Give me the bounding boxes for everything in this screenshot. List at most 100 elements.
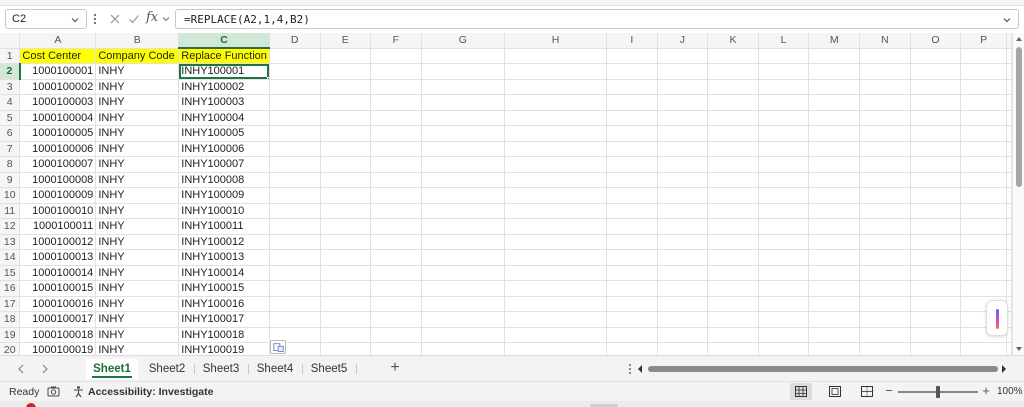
empty-cell[interactable] — [859, 203, 911, 219]
empty-cell[interactable] — [910, 125, 962, 142]
empty-cell[interactable] — [504, 218, 608, 235]
cell-c14[interactable]: INHY100013 — [178, 249, 270, 266]
empty-cell[interactable] — [758, 48, 810, 64]
empty-cell[interactable] — [504, 125, 608, 142]
empty-cell[interactable] — [421, 234, 505, 250]
empty-cell[interactable] — [707, 172, 759, 188]
empty-cell[interactable] — [960, 172, 1007, 188]
empty-cell[interactable] — [1006, 218, 1012, 235]
cell-a15[interactable]: 1000100014 — [19, 265, 97, 281]
empty-cell[interactable] — [504, 280, 608, 297]
cell-b1[interactable]: Company Code — [95, 48, 180, 64]
empty-cell[interactable] — [606, 110, 658, 126]
empty-cell[interactable] — [707, 203, 759, 219]
normal-view-button[interactable] — [790, 383, 812, 400]
empty-cell[interactable] — [960, 156, 1007, 173]
empty-cell[interactable] — [269, 125, 321, 142]
row-header[interactable]: 1 — [0, 48, 21, 64]
cell-a8[interactable]: 1000100007 — [19, 156, 97, 173]
empty-cell[interactable] — [269, 218, 321, 235]
empty-cell[interactable] — [910, 141, 962, 157]
empty-cell[interactable] — [370, 172, 422, 188]
empty-cell[interactable] — [808, 296, 860, 312]
more-options-icon[interactable] — [92, 12, 98, 26]
empty-cell[interactable] — [859, 296, 911, 312]
vertical-scrollbar[interactable] — [1012, 33, 1024, 355]
empty-cell[interactable] — [960, 110, 1007, 126]
cell-b11[interactable]: INHY — [95, 203, 180, 219]
tab-sheet1[interactable]: Sheet1 — [86, 359, 138, 379]
column-header-h[interactable]: H — [504, 33, 608, 49]
zoom-out-button[interactable]: − — [884, 384, 894, 398]
tab-sheet4[interactable]: Sheet4 — [250, 359, 300, 379]
empty-cell[interactable] — [960, 234, 1007, 250]
empty-cell[interactable] — [421, 63, 505, 80]
empty-cell[interactable] — [910, 249, 962, 266]
empty-cell[interactable] — [758, 125, 810, 142]
empty-cell[interactable] — [421, 156, 505, 173]
empty-cell[interactable] — [910, 48, 962, 64]
empty-cell[interactable] — [758, 63, 810, 80]
empty-cell[interactable] — [910, 327, 962, 343]
vertical-scroll-thumb[interactable] — [1016, 47, 1022, 187]
empty-cell[interactable] — [808, 311, 860, 328]
empty-cell[interactable] — [370, 311, 422, 328]
empty-cell[interactable] — [808, 141, 860, 157]
empty-cell[interactable] — [504, 172, 608, 188]
cell-b9[interactable]: INHY — [95, 172, 180, 188]
zoom-slider-thumb[interactable] — [936, 386, 940, 398]
cell-a6[interactable]: 1000100005 — [19, 125, 97, 142]
empty-cell[interactable] — [859, 311, 911, 328]
empty-cell[interactable] — [421, 265, 505, 281]
empty-cell[interactable] — [320, 141, 372, 157]
cell-b14[interactable]: INHY — [95, 249, 180, 266]
empty-cell[interactable] — [504, 311, 608, 328]
empty-cell[interactable] — [758, 187, 810, 204]
empty-cell[interactable] — [758, 203, 810, 219]
empty-cell[interactable] — [320, 311, 372, 328]
empty-cell[interactable] — [808, 125, 860, 142]
empty-cell[interactable] — [1006, 156, 1012, 173]
empty-cell[interactable] — [421, 203, 505, 219]
empty-cell[interactable] — [504, 296, 608, 312]
empty-cell[interactable] — [859, 94, 911, 111]
tab-sheet5[interactable]: Sheet5 — [304, 359, 354, 379]
empty-cell[interactable] — [320, 79, 372, 95]
empty-cell[interactable] — [960, 203, 1007, 219]
empty-cell[interactable] — [320, 172, 372, 188]
row-header[interactable]: 14 — [0, 249, 21, 266]
empty-cell[interactable] — [707, 280, 759, 297]
empty-cell[interactable] — [504, 342, 608, 355]
empty-cell[interactable] — [370, 48, 422, 64]
empty-cell[interactable] — [657, 327, 709, 343]
empty-cell[interactable] — [808, 234, 860, 250]
cell-c11[interactable]: INHY100010 — [178, 203, 270, 219]
cell-b17[interactable]: INHY — [95, 296, 180, 312]
tab-sheet3[interactable]: Sheet3 — [196, 359, 246, 379]
empty-cell[interactable] — [657, 280, 709, 297]
column-header-p[interactable]: P — [960, 33, 1007, 49]
empty-cell[interactable] — [758, 218, 810, 235]
row-header[interactable]: 20 — [0, 342, 21, 355]
empty-cell[interactable] — [606, 342, 658, 355]
scroll-left-icon[interactable] — [636, 364, 644, 374]
empty-cell[interactable] — [960, 187, 1007, 204]
clipboard-icon[interactable] — [270, 340, 286, 354]
empty-cell[interactable] — [808, 156, 860, 173]
fx-icon[interactable]: fx — [146, 10, 158, 25]
cell-c3[interactable]: INHY100002 — [178, 79, 270, 95]
empty-cell[interactable] — [910, 79, 962, 95]
empty-cell[interactable] — [421, 327, 505, 343]
empty-cell[interactable] — [910, 203, 962, 219]
empty-cell[interactable] — [269, 141, 321, 157]
row-header[interactable]: 13 — [0, 234, 21, 250]
empty-cell[interactable] — [269, 311, 321, 328]
empty-cell[interactable] — [370, 156, 422, 173]
empty-cell[interactable] — [707, 141, 759, 157]
empty-cell[interactable] — [859, 342, 911, 355]
empty-cell[interactable] — [910, 156, 962, 173]
empty-cell[interactable] — [606, 311, 658, 328]
empty-cell[interactable] — [421, 48, 505, 64]
empty-cell[interactable] — [504, 187, 608, 204]
empty-cell[interactable] — [808, 265, 860, 281]
